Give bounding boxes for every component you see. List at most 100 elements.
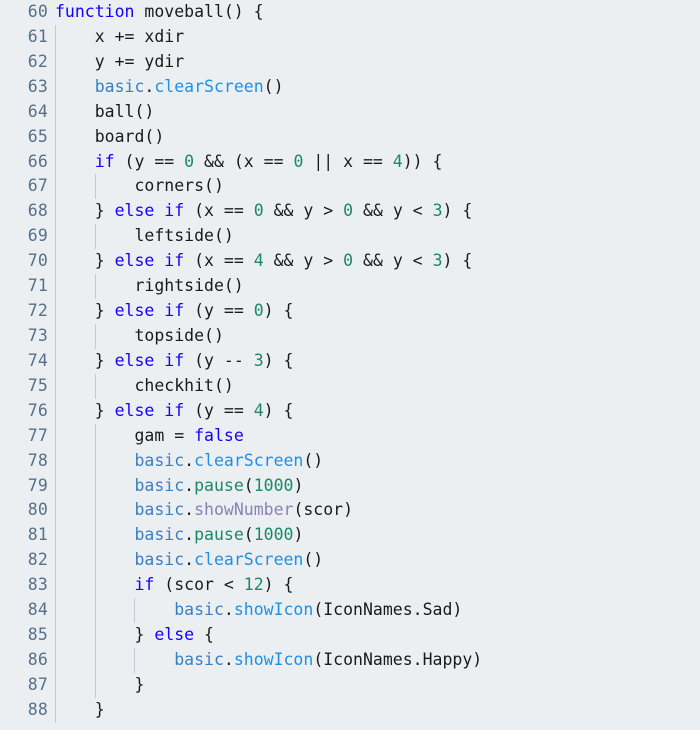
code-token: showNumber — [194, 500, 294, 520]
code-line[interactable]: 65 board() — [0, 124, 700, 150]
code-token: 0 — [293, 151, 304, 171]
line-number: 87 — [27, 674, 48, 694]
code-line-content[interactable]: if (y == 0 && (x == 0 || x == 4)) { — [55, 150, 443, 175]
code-token: ) — [293, 525, 304, 545]
code-token: if — [94, 151, 115, 171]
code-token: (scor) — [293, 500, 354, 520]
code-line[interactable]: 84 basic.showIcon(IconNames.Sad) — [0, 598, 700, 624]
code-line-content[interactable]: basic.pause(1000) — [55, 523, 303, 548]
code-line[interactable]: 67 corners() — [0, 174, 700, 200]
code-line[interactable]: 60 function moveball() { — [0, 0, 700, 25]
code-line-content[interactable]: corners() — [55, 174, 224, 199]
line-number: 80 — [27, 500, 48, 520]
code-token: ) { — [263, 400, 294, 420]
code-line-content[interactable]: checkhit() — [55, 374, 233, 399]
code-line[interactable]: 68 } else if (x == 0 && y > 0 && y < 3) … — [0, 199, 700, 225]
code-token: (IconNames.Sad) — [313, 600, 463, 620]
code-token: ( — [243, 475, 254, 495]
code-token: if — [164, 301, 185, 321]
code-line[interactable]: 64 ball() — [0, 99, 700, 125]
code-line[interactable]: 73 topside() — [0, 323, 700, 349]
code-token: } — [55, 301, 115, 321]
code-token: else — [114, 301, 155, 321]
code-line-content[interactable]: function moveball() { — [55, 0, 264, 25]
code-line[interactable]: 75 checkhit() — [0, 373, 700, 399]
code-line-content[interactable]: basic.showIcon(IconNames.Sad) — [55, 598, 462, 623]
code-line[interactable]: 70 } else if (x == 4 && y > 0 && y < 3) … — [0, 249, 700, 275]
code-line-content[interactable]: basic.pause(1000) — [55, 474, 303, 499]
code-line[interactable]: 71 rightside() — [0, 274, 700, 300]
code-line-content[interactable]: } — [55, 698, 105, 723]
code-line[interactable]: 62 y += ydir — [0, 49, 700, 75]
line-number: 72 — [27, 301, 48, 321]
code-line[interactable]: 63 basic.clearScreen() — [0, 74, 700, 100]
code-line-content[interactable]: basic.showIcon(IconNames.Happy) — [55, 648, 482, 673]
code-line[interactable]: 69 leftside() — [0, 224, 700, 250]
code-line-content[interactable]: } else if (x == 4 && y > 0 && y < 3) { — [55, 249, 473, 274]
code-line-content[interactable]: gam = false — [55, 424, 243, 449]
code-line[interactable]: 61 x += xdir — [0, 24, 700, 50]
code-line-content[interactable]: basic.clearScreen() — [55, 449, 323, 474]
code-line[interactable]: 82 basic.clearScreen() — [0, 548, 700, 574]
code-token: else — [114, 350, 155, 370]
line-number: 68 — [27, 201, 48, 221]
code-line-content[interactable]: rightside() — [55, 274, 243, 299]
code-line[interactable]: 86 basic.showIcon(IconNames.Happy) — [0, 647, 700, 673]
code-line[interactable]: 72 } else if (y == 0) { — [0, 299, 700, 324]
code-line-content[interactable]: topside() — [55, 324, 224, 349]
code-token: (y == — [184, 400, 254, 420]
line-number: 88 — [27, 699, 48, 719]
code-token: ) { — [263, 350, 294, 370]
code-line-content[interactable]: ball() — [55, 100, 155, 125]
code-token: else — [114, 251, 155, 271]
code-line-content[interactable]: } else { — [55, 623, 214, 648]
code-token: ) { — [442, 201, 473, 221]
code-token: } — [55, 350, 115, 370]
code-token: { — [194, 625, 214, 645]
code-token: ( — [243, 525, 254, 545]
code-line[interactable]: 78 basic.clearScreen() — [0, 448, 700, 474]
code-token: () — [303, 550, 324, 570]
code-token: (y -- — [184, 350, 254, 370]
line-number: 79 — [27, 475, 48, 495]
code-token: topside() — [55, 325, 224, 345]
code-line-content[interactable]: y += ydir — [55, 50, 184, 75]
code-token: . — [223, 649, 234, 669]
code-line[interactable]: 66 if (y == 0 && (x == 0 || x == 4)) { — [0, 149, 700, 175]
code-line-content[interactable]: } — [55, 673, 144, 698]
code-line-content[interactable]: if (scor < 12) { — [55, 573, 293, 598]
code-line[interactable]: 87 } — [0, 672, 700, 698]
code-line[interactable]: 80 basic.showNumber(scor) — [0, 498, 700, 524]
code-line[interactable]: 74 } else if (y -- 3) { — [0, 348, 700, 374]
code-token: showIcon — [233, 649, 314, 669]
code-line-content[interactable]: } else if (y -- 3) { — [55, 349, 294, 374]
code-editor[interactable]: 60 function moveball() {61 x += xdir 62 y … — [0, 0, 700, 730]
code-line[interactable]: 76 } else if (y == 4) { — [0, 398, 700, 424]
code-line[interactable]: 81 basic.pause(1000) — [0, 523, 700, 549]
code-token: basic — [134, 475, 185, 495]
code-token: . — [184, 475, 195, 495]
code-line-content[interactable]: x += xdir — [55, 25, 184, 50]
code-token: . — [184, 500, 195, 520]
code-line-content[interactable]: basic.clearScreen() — [55, 548, 323, 573]
code-line[interactable]: 85 } else { — [0, 623, 700, 648]
code-line-content[interactable]: } else if (y == 0) { — [55, 299, 294, 324]
code-token: (scor < — [154, 575, 244, 595]
code-line-content[interactable]: } else if (y == 4) { — [55, 399, 294, 424]
code-line-content[interactable]: basic.clearScreen() — [55, 75, 284, 100]
code-lines-container[interactable]: 60 function moveball() {61 x += xdir 62 y … — [0, 0, 700, 723]
code-line[interactable]: 83 if (scor < 12) { — [0, 573, 700, 599]
code-token: corners() — [55, 176, 224, 196]
code-line[interactable]: 79 basic.pause(1000) — [0, 473, 700, 499]
code-line-content[interactable]: } else if (x == 0 && y > 0 && y < 3) { — [55, 199, 473, 224]
code-token: ) { — [263, 575, 294, 595]
code-line-content[interactable]: board() — [55, 125, 165, 150]
line-number: 66 — [27, 151, 48, 171]
code-line[interactable]: 88 } — [0, 697, 700, 723]
code-line-content[interactable]: basic.showNumber(scor) — [55, 498, 353, 523]
code-line-content[interactable]: leftside() — [55, 224, 233, 249]
code-line[interactable]: 77 gam = false — [0, 423, 700, 449]
line-number: 85 — [27, 625, 48, 645]
code-token: if — [164, 400, 185, 420]
